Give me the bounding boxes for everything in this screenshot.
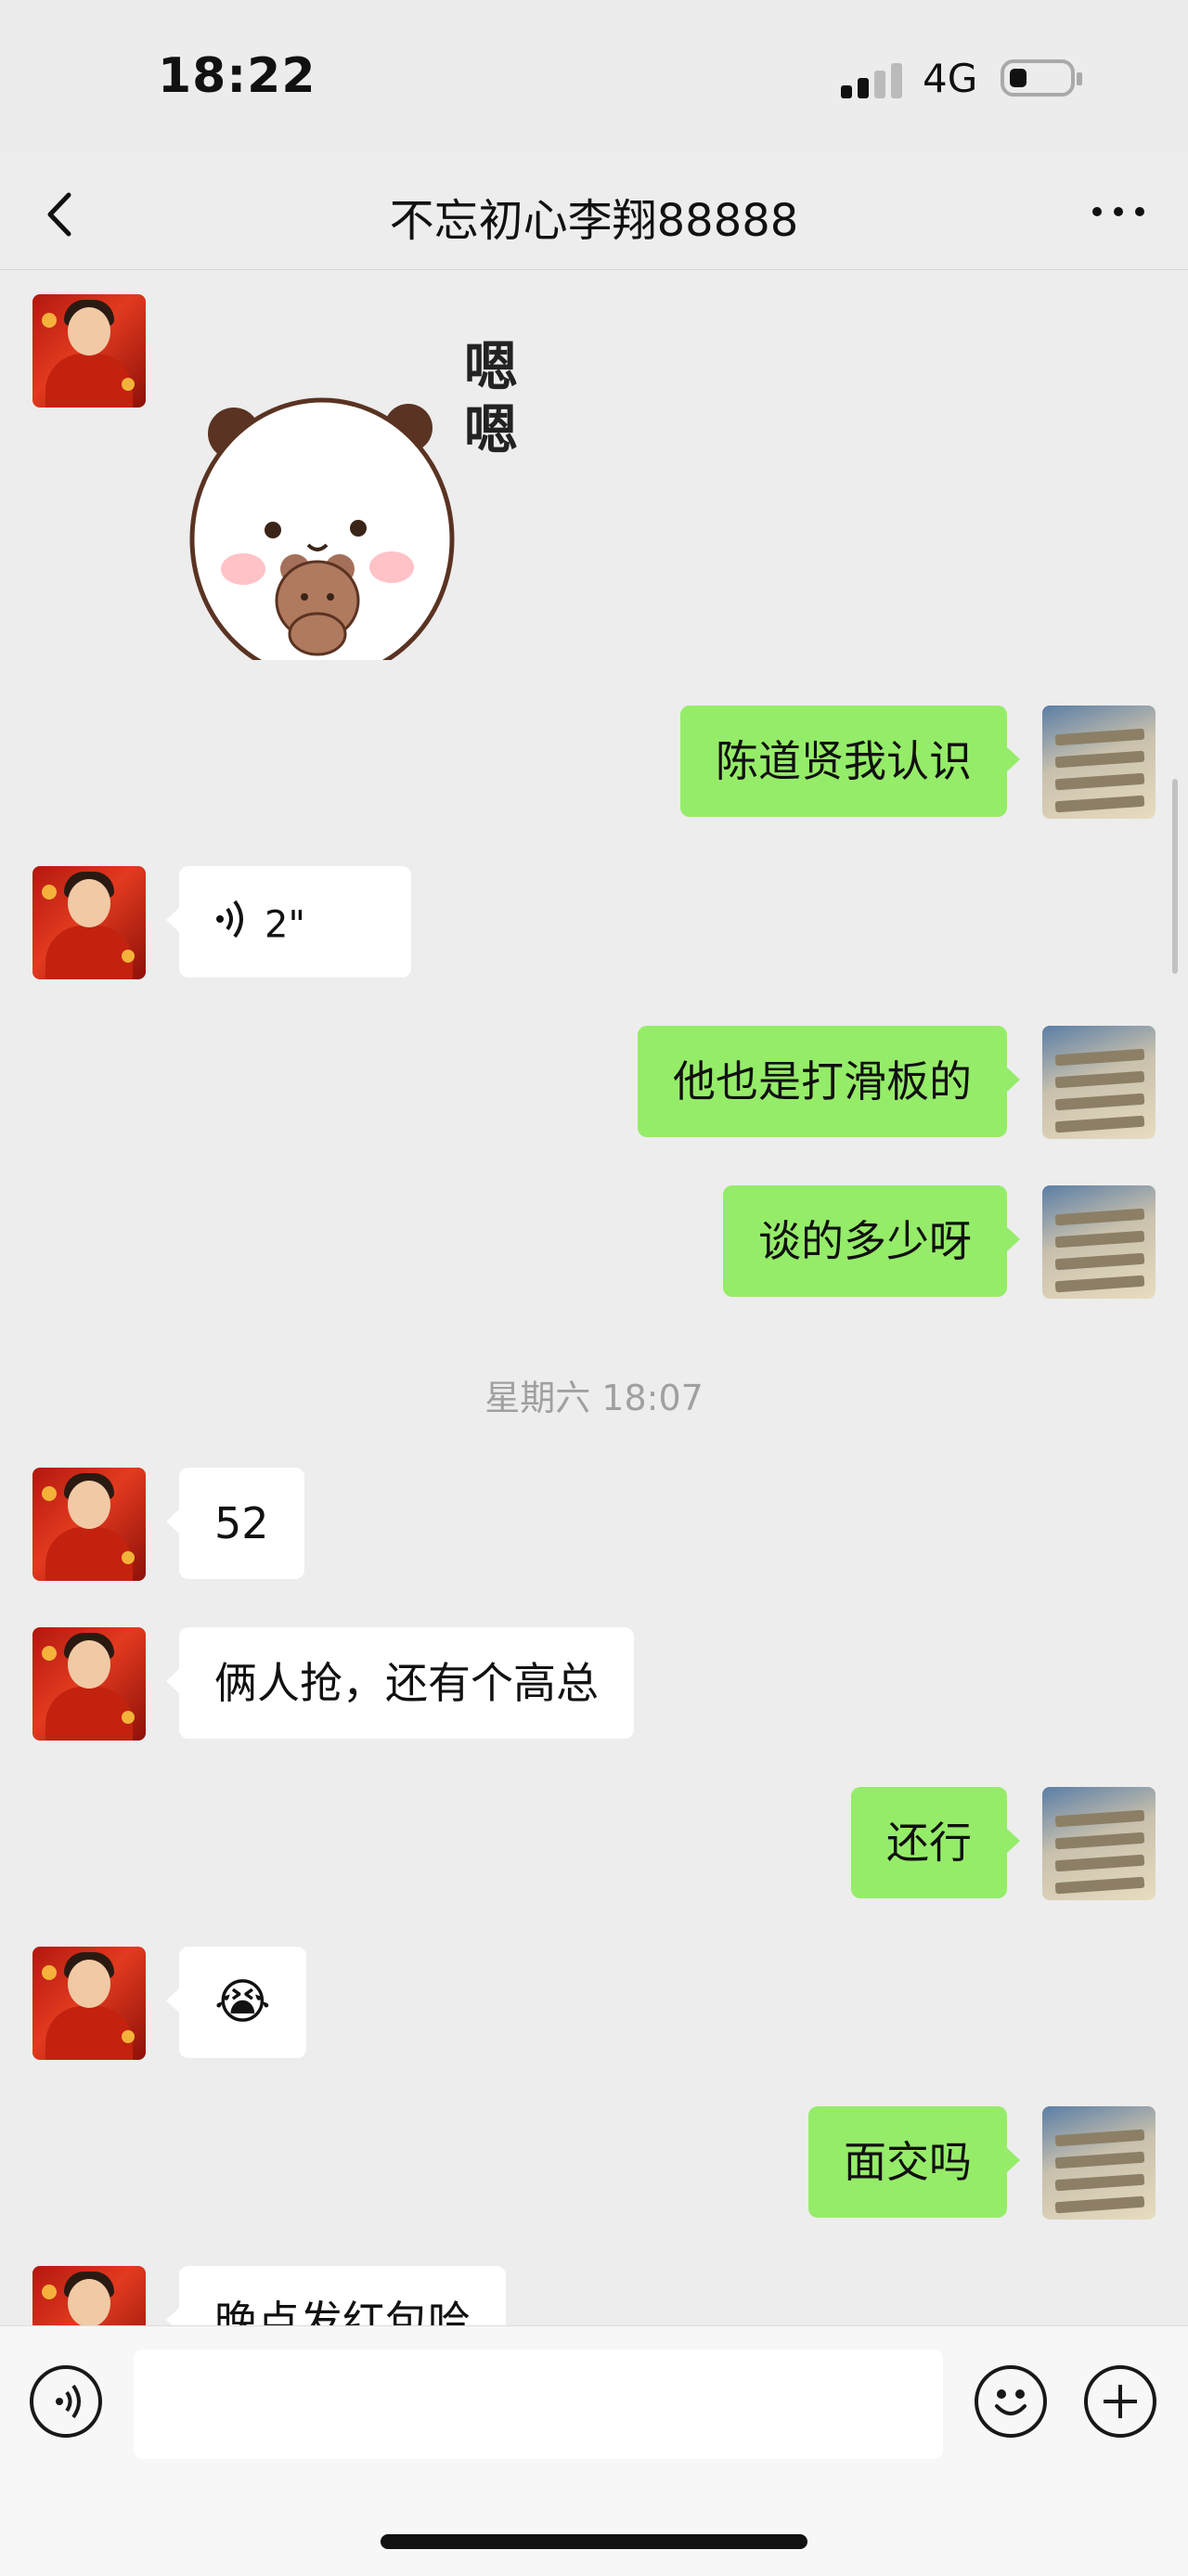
contact-avatar[interactable] — [32, 294, 146, 408]
message-text: 还行 — [886, 1818, 972, 1868]
status-time: 18:22 — [158, 48, 316, 104]
contact-avatar[interactable] — [32, 1468, 146, 1581]
message-input[interactable] — [134, 2349, 943, 2459]
message-text: 俩人抢，还有个高总 — [214, 1658, 599, 1708]
message-bubble-received[interactable]: 晚点发红包哈 — [166, 2266, 506, 2325]
message-bubble-sent[interactable]: 他也是打滑板的 — [638, 1026, 1020, 1137]
contact-avatar[interactable] — [32, 2266, 146, 2325]
status-bar: 18:22 4G — [0, 0, 1188, 158]
contact-avatar[interactable] — [32, 1627, 146, 1741]
home-indicator[interactable] — [381, 2534, 807, 2549]
signal-icon — [841, 61, 906, 98]
my-avatar[interactable] — [1042, 2106, 1156, 2220]
crying-emoji-icon: 😭 — [214, 1974, 271, 2030]
contact-avatar[interactable] — [32, 866, 146, 979]
nav-bar: 不忘初心李翔88888 — [0, 158, 1188, 270]
voice-icon[interactable] — [30, 2365, 102, 2438]
voice-message[interactable]: 2" — [166, 866, 411, 977]
voice-duration: 2" — [265, 903, 305, 947]
scrollbar[interactable] — [1172, 779, 1178, 974]
chat-title: 不忘初心李翔88888 — [389, 195, 799, 247]
message-text: 陈道贤我认识 — [716, 736, 972, 786]
message-bubble-received[interactable]: 52 — [166, 1468, 304, 1579]
my-avatar[interactable] — [1042, 705, 1156, 819]
message-bubble-sent[interactable]: 谈的多少呀 — [723, 1185, 1020, 1297]
message-text: 晚点发红包哈 — [214, 2297, 471, 2325]
my-avatar[interactable] — [1042, 1787, 1156, 1900]
message-bubble-received[interactable]: 俩人抢，还有个高总 — [166, 1627, 634, 1739]
chat-area[interactable]: 嗯嗯 陈道贤我认识 2" 他也是打滑板的 谈的多少呀 星期六 18:07 52 — [0, 270, 1188, 2325]
message-text: 他也是打滑板的 — [673, 1056, 972, 1107]
message-text: 谈的多少呀 — [758, 1216, 972, 1266]
my-avatar[interactable] — [1042, 1185, 1156, 1299]
chat-timestamp: 星期六 18:07 — [484, 1378, 704, 1418]
message-text: 面交吗 — [844, 2137, 972, 2187]
network-type: 4G — [923, 56, 978, 101]
message-text: 52 — [214, 1498, 269, 1548]
my-avatar[interactable] — [1042, 1026, 1156, 1139]
emoji-icon[interactable] — [975, 2365, 1047, 2438]
plus-icon[interactable] — [1084, 2365, 1156, 2438]
message-bubble-received[interactable]: 😭 — [166, 1947, 306, 2058]
message-bubble-sent[interactable]: 还行 — [851, 1787, 1020, 1898]
message-bubble-sent[interactable]: 陈道贤我认识 — [680, 705, 1020, 817]
message-bubble-sent[interactable]: 面交吗 — [808, 2106, 1020, 2218]
more-icon[interactable] — [1086, 193, 1151, 230]
sticker-caption: 嗯嗯 — [464, 335, 519, 461]
voice-wave-icon — [214, 870, 248, 981]
contact-avatar[interactable] — [32, 1947, 146, 2060]
battery-icon — [1001, 59, 1082, 97]
